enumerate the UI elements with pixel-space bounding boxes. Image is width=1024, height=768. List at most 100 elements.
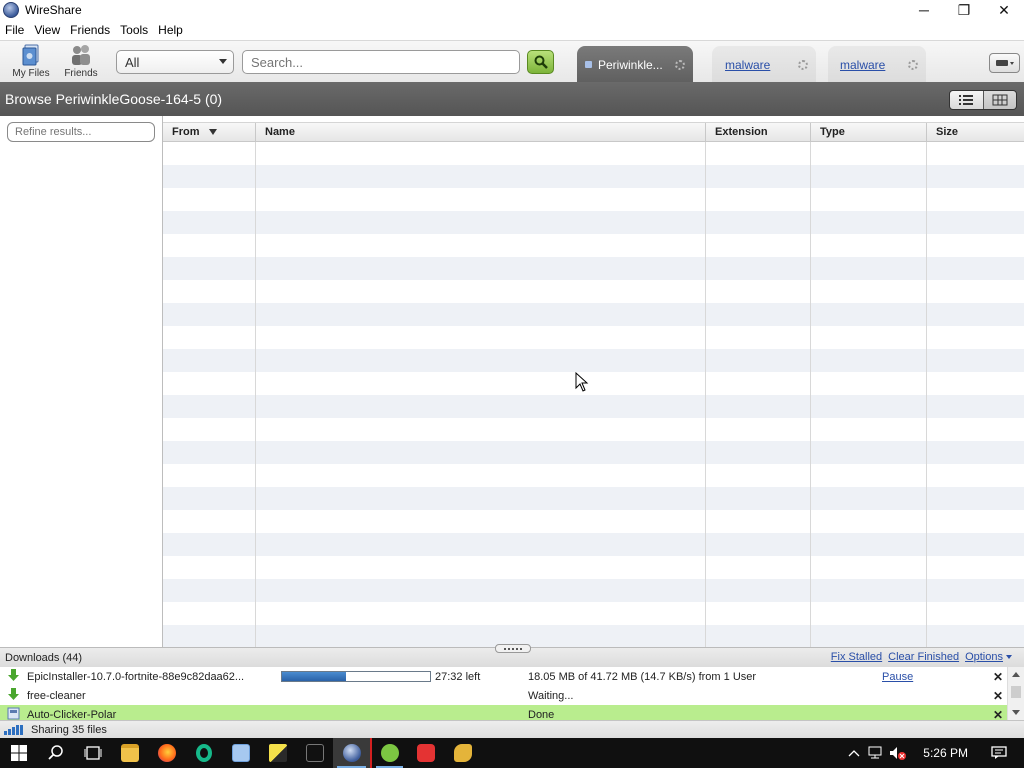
taskbar-clock[interactable]: 5:26 PM bbox=[923, 746, 968, 760]
filter-panel bbox=[0, 116, 163, 647]
empty-cell bbox=[927, 372, 1024, 395]
empty-cell bbox=[811, 602, 927, 625]
empty-cell bbox=[256, 418, 706, 441]
taskbar-vs-app[interactable] bbox=[407, 738, 444, 768]
download-item[interactable]: free-cleaner Waiting... ✕ bbox=[0, 686, 1007, 705]
empty-cell bbox=[811, 326, 927, 349]
menu-friends[interactable]: Friends bbox=[65, 23, 115, 37]
tabs-menu-icon bbox=[995, 60, 1014, 66]
empty-table-row bbox=[163, 257, 1024, 280]
empty-table-row bbox=[163, 510, 1024, 533]
downloads-scrollbar[interactable] bbox=[1007, 667, 1024, 720]
minimize-button[interactable]: ─ bbox=[904, 0, 944, 20]
empty-cell bbox=[811, 349, 927, 372]
empty-table-row bbox=[163, 349, 1024, 372]
download-item[interactable]: EpicInstaller-10.7.0-fortnite-88e9c82daa… bbox=[0, 667, 1007, 686]
empty-table-row bbox=[163, 188, 1024, 211]
task-view-button[interactable] bbox=[74, 738, 111, 768]
empty-table-row bbox=[163, 234, 1024, 257]
notepad-icon bbox=[231, 744, 250, 762]
empty-cell bbox=[706, 326, 811, 349]
sharing-status[interactable]: Sharing 35 files bbox=[31, 724, 107, 736]
my-files-button[interactable]: My Files bbox=[8, 43, 54, 79]
remove-download-button[interactable]: ✕ bbox=[993, 689, 1003, 703]
empty-cell bbox=[256, 602, 706, 625]
action-center-button[interactable] bbox=[988, 738, 1010, 768]
clear-finished-link[interactable]: Clear Finished bbox=[888, 651, 959, 663]
download-arrow-icon bbox=[8, 669, 19, 681]
taskbar-wireshare[interactable] bbox=[333, 738, 370, 768]
empty-cell bbox=[163, 165, 256, 188]
menu-file[interactable]: File bbox=[0, 23, 29, 37]
list-view-icon bbox=[959, 95, 974, 105]
my-files-icon bbox=[22, 44, 39, 66]
start-button[interactable] bbox=[0, 738, 37, 768]
search-category-select[interactable]: All bbox=[116, 50, 234, 74]
show-hidden-icons-button[interactable] bbox=[843, 738, 865, 768]
scroll-up-icon[interactable] bbox=[1012, 672, 1020, 677]
column-header-from[interactable]: From bbox=[163, 123, 256, 141]
empty-cell bbox=[256, 510, 706, 533]
tab-search-malware-2[interactable]: malware bbox=[828, 46, 926, 83]
column-label: From bbox=[172, 126, 200, 138]
empty-cell bbox=[811, 487, 927, 510]
taskbar-opera[interactable] bbox=[185, 738, 222, 768]
empty-cell bbox=[163, 418, 256, 441]
empty-cell bbox=[927, 464, 1024, 487]
column-header-extension[interactable]: Extension bbox=[706, 123, 811, 141]
scroll-thumb[interactable] bbox=[1011, 686, 1021, 698]
empty-cell bbox=[256, 257, 706, 280]
grid-view-button[interactable] bbox=[982, 91, 1016, 109]
taskbar-pencil-app[interactable] bbox=[259, 738, 296, 768]
restore-button[interactable]: ❐ bbox=[944, 0, 984, 20]
menu-tools[interactable]: Tools bbox=[115, 23, 153, 37]
taskbar-search-button[interactable] bbox=[37, 738, 74, 768]
refine-results-input[interactable] bbox=[7, 122, 155, 142]
window-title: WireShare bbox=[25, 3, 82, 17]
search-input[interactable] bbox=[242, 50, 520, 74]
volume-button[interactable] bbox=[887, 738, 909, 768]
red-vs-icon bbox=[416, 744, 435, 762]
remove-download-button[interactable]: ✕ bbox=[993, 708, 1003, 721]
options-link[interactable]: Options bbox=[965, 651, 1012, 663]
taskbar-file-explorer[interactable] bbox=[111, 738, 148, 768]
tab-search-malware-1[interactable]: malware bbox=[712, 46, 816, 83]
empty-cell bbox=[927, 556, 1024, 579]
download-item[interactable]: Auto-Clicker-Polar Done ✕ bbox=[0, 705, 1007, 720]
list-view-button[interactable] bbox=[950, 91, 983, 109]
empty-table-row bbox=[163, 303, 1024, 326]
taskbar-z-app[interactable] bbox=[296, 738, 333, 768]
loading-spinner-icon bbox=[798, 59, 808, 70]
empty-cell bbox=[706, 464, 811, 487]
taskbar-firefox[interactable] bbox=[148, 738, 185, 768]
friends-button[interactable]: Friends bbox=[58, 43, 104, 79]
column-header-size[interactable]: Size bbox=[927, 123, 1024, 141]
more-tabs-button[interactable] bbox=[989, 53, 1020, 73]
menu-view[interactable]: View bbox=[29, 23, 65, 37]
fix-stalled-link[interactable]: Fix Stalled bbox=[831, 651, 882, 663]
empty-cell bbox=[163, 395, 256, 418]
column-header-name[interactable]: Name bbox=[256, 123, 706, 141]
volume-muted-icon bbox=[890, 747, 907, 760]
empty-table-row bbox=[163, 142, 1024, 165]
search-button[interactable] bbox=[527, 50, 554, 74]
taskbar-green-app[interactable] bbox=[370, 738, 407, 768]
column-header-type[interactable]: Type bbox=[811, 123, 927, 141]
search-icon bbox=[47, 745, 63, 760]
scroll-down-icon[interactable] bbox=[1012, 710, 1020, 715]
empty-cell bbox=[706, 441, 811, 464]
menu-help[interactable]: Help bbox=[153, 23, 188, 37]
download-arrow-icon bbox=[8, 688, 19, 700]
tab-browse-periwinkle[interactable]: Periwinkle... bbox=[577, 46, 693, 83]
resize-grip-handle[interactable] bbox=[495, 644, 531, 653]
close-window-button[interactable]: ✕ bbox=[984, 0, 1024, 20]
pause-link[interactable]: Pause bbox=[882, 671, 913, 683]
taskbar-hand-app[interactable] bbox=[444, 738, 481, 768]
connection-strength-icon[interactable] bbox=[4, 724, 23, 735]
empty-cell bbox=[706, 625, 811, 647]
my-files-label: My Files bbox=[12, 68, 50, 79]
mouse-cursor-icon bbox=[575, 372, 589, 392]
network-icon-button[interactable] bbox=[865, 738, 887, 768]
remove-download-button[interactable]: ✕ bbox=[993, 670, 1003, 684]
taskbar-notepad[interactable] bbox=[222, 738, 259, 768]
